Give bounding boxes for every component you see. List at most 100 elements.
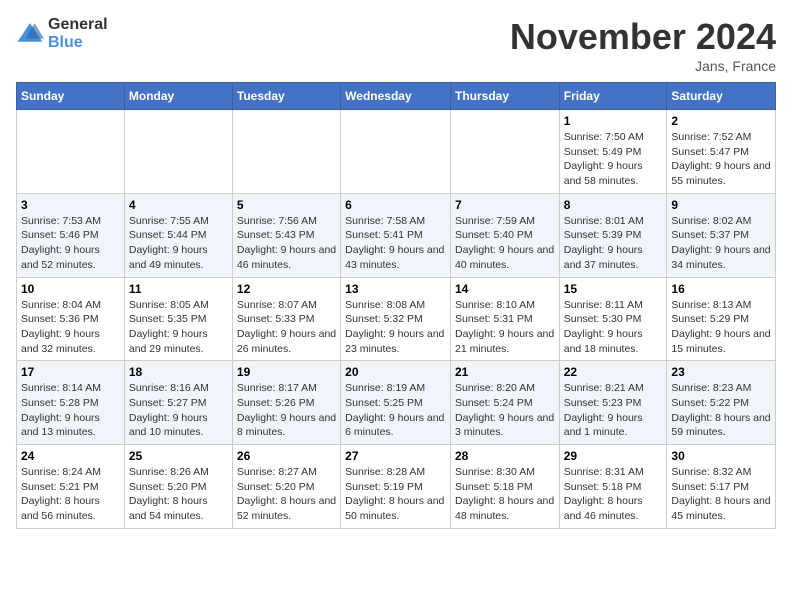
day-info: Sunrise: 8:02 AM Sunset: 5:37 PM Dayligh… [671,214,771,273]
logo-icon [16,20,44,48]
day-number: 22 [564,365,663,379]
day-info: Sunrise: 8:01 AM Sunset: 5:39 PM Dayligh… [564,214,663,273]
day-number: 20 [345,365,446,379]
day-info: Sunrise: 8:31 AM Sunset: 5:18 PM Dayligh… [564,465,663,524]
calendar-cell: 2 Sunrise: 7:52 AM Sunset: 5:47 PM Daylig… [667,110,776,194]
calendar-cell: 30 Sunrise: 8:32 AM Sunset: 5:17 PM Dayli… [667,445,776,529]
day-header-sunday: Sunday [17,83,125,110]
calendar-cell: 7Sunrise: 7:59 AM Sunset: 5:40 PM Daylig… [450,193,559,277]
day-number: 8 [564,198,663,212]
day-number: 14 [455,282,555,296]
day-number: 25 [129,449,228,463]
day-header-monday: Monday [124,83,232,110]
calendar-cell: 16 Sunrise: 8:13 AM Sunset: 5:29 PM Dayli… [667,277,776,361]
day-info: Sunrise: 8:16 AM Sunset: 5:27 PM Dayligh… [129,381,228,440]
day-info: Sunrise: 8:32 AM Sunset: 5:17 PM Dayligh… [671,465,771,524]
calendar-cell: 22Sunrise: 8:21 AM Sunset: 5:23 PM Dayli… [559,361,667,445]
week-row-4: 17 Sunrise: 8:14 AM Sunset: 5:28 PM Dayli… [17,361,776,445]
day-number: 5 [237,198,336,212]
calendar-cell: 3 Sunrise: 7:53 AM Sunset: 5:46 PM Daylig… [17,193,125,277]
day-number: 3 [21,198,120,212]
calendar-cell: 19Sunrise: 8:17 AM Sunset: 5:26 PM Dayli… [232,361,340,445]
calendar-cell: 15 Sunrise: 8:11 AM Sunset: 5:30 PM Dayli… [559,277,667,361]
week-row-1: 1Sunrise: 7:50 AM Sunset: 5:49 PM Daylig… [17,110,776,194]
day-info: Sunrise: 8:05 AM Sunset: 5:35 PM Dayligh… [129,298,228,357]
day-info: Sunrise: 7:56 AM Sunset: 5:43 PM Dayligh… [237,214,336,273]
calendar-cell: 10Sunrise: 8:04 AM Sunset: 5:36 PM Dayli… [17,277,125,361]
title-area: November 2024 Jans, France [510,16,776,74]
day-number: 27 [345,449,446,463]
month-title: November 2024 [510,16,776,58]
day-info: Sunrise: 8:10 AM Sunset: 5:31 PM Dayligh… [455,298,555,357]
location: Jans, France [510,58,776,74]
calendar-cell: 9 Sunrise: 8:02 AM Sunset: 5:37 PM Daylig… [667,193,776,277]
calendar-table: SundayMondayTuesdayWednesdayThursdayFrid… [16,82,776,529]
day-number: 29 [564,449,663,463]
day-info: Sunrise: 7:50 AM Sunset: 5:49 PM Dayligh… [564,130,663,189]
day-info: Sunrise: 8:28 AM Sunset: 5:19 PM Dayligh… [345,465,446,524]
day-info: Sunrise: 7:53 AM Sunset: 5:46 PM Dayligh… [21,214,120,273]
day-info: Sunrise: 8:26 AM Sunset: 5:20 PM Dayligh… [129,465,228,524]
day-info: Sunrise: 7:55 AM Sunset: 5:44 PM Dayligh… [129,214,228,273]
day-info: Sunrise: 8:27 AM Sunset: 5:20 PM Dayligh… [237,465,336,524]
calendar-cell: 4 Sunrise: 7:55 AM Sunset: 5:44 PM Daylig… [124,193,232,277]
day-number: 16 [671,282,771,296]
day-info: Sunrise: 8:13 AM Sunset: 5:29 PM Dayligh… [671,298,771,357]
calendar-cell [124,110,232,194]
day-info: Sunrise: 8:30 AM Sunset: 5:18 PM Dayligh… [455,465,555,524]
calendar-cell: 5 Sunrise: 7:56 AM Sunset: 5:43 PM Daylig… [232,193,340,277]
day-number: 7 [455,198,555,212]
week-row-5: 24 Sunrise: 8:24 AM Sunset: 5:21 PM Dayli… [17,445,776,529]
day-number: 11 [129,282,228,296]
day-info: Sunrise: 8:19 AM Sunset: 5:25 PM Dayligh… [345,381,446,440]
day-info: Sunrise: 8:17 AM Sunset: 5:26 PM Dayligh… [237,381,336,440]
day-info: Sunrise: 7:52 AM Sunset: 5:47 PM Dayligh… [671,130,771,189]
day-header-friday: Friday [559,83,667,110]
day-number: 4 [129,198,228,212]
day-header-thursday: Thursday [450,83,559,110]
day-number: 17 [21,365,120,379]
day-info: Sunrise: 8:14 AM Sunset: 5:28 PM Dayligh… [21,381,120,440]
day-number: 2 [671,114,771,128]
calendar-cell [17,110,125,194]
calendar-cell: 6Sunrise: 7:58 AM Sunset: 5:41 PM Daylig… [341,193,451,277]
calendar-cell: 25 Sunrise: 8:26 AM Sunset: 5:20 PM Dayli… [124,445,232,529]
day-info: Sunrise: 8:11 AM Sunset: 5:30 PM Dayligh… [564,298,663,357]
day-info: Sunrise: 8:20 AM Sunset: 5:24 PM Dayligh… [455,381,555,440]
calendar-cell: 12Sunrise: 8:07 AM Sunset: 5:33 PM Dayli… [232,277,340,361]
calendar-cell: 23 Sunrise: 8:23 AM Sunset: 5:22 PM Dayli… [667,361,776,445]
calendar-cell: 20 Sunrise: 8:19 AM Sunset: 5:25 PM Dayli… [341,361,451,445]
calendar-cell: 1Sunrise: 7:50 AM Sunset: 5:49 PM Daylig… [559,110,667,194]
calendar-cell: 29 Sunrise: 8:31 AM Sunset: 5:18 PM Dayli… [559,445,667,529]
day-number: 23 [671,365,771,379]
calendar-cell: 27 Sunrise: 8:28 AM Sunset: 5:19 PM Dayli… [341,445,451,529]
day-info: Sunrise: 8:24 AM Sunset: 5:21 PM Dayligh… [21,465,120,524]
calendar-cell: 8 Sunrise: 8:01 AM Sunset: 5:39 PM Daylig… [559,193,667,277]
day-header-wednesday: Wednesday [341,83,451,110]
calendar-cell: 21 Sunrise: 8:20 AM Sunset: 5:24 PM Dayli… [450,361,559,445]
calendar-cell [341,110,451,194]
day-header-tuesday: Tuesday [232,83,340,110]
day-info: Sunrise: 8:07 AM Sunset: 5:33 PM Dayligh… [237,298,336,357]
calendar-cell: 18 Sunrise: 8:16 AM Sunset: 5:27 PM Dayli… [124,361,232,445]
calendar-cell: 28Sunrise: 8:30 AM Sunset: 5:18 PM Dayli… [450,445,559,529]
day-info: Sunrise: 8:23 AM Sunset: 5:22 PM Dayligh… [671,381,771,440]
day-number: 9 [671,198,771,212]
day-number: 21 [455,365,555,379]
day-header-saturday: Saturday [667,83,776,110]
day-number: 6 [345,198,446,212]
logo-text: General Blue [48,16,108,52]
calendar-cell: 24 Sunrise: 8:24 AM Sunset: 5:21 PM Dayli… [17,445,125,529]
calendar-cell: 17 Sunrise: 8:14 AM Sunset: 5:28 PM Dayli… [17,361,125,445]
calendar-cell: 14 Sunrise: 8:10 AM Sunset: 5:31 PM Dayli… [450,277,559,361]
day-number: 15 [564,282,663,296]
day-info: Sunrise: 8:08 AM Sunset: 5:32 PM Dayligh… [345,298,446,357]
calendar-cell [232,110,340,194]
calendar-cell: 11 Sunrise: 8:05 AM Sunset: 5:35 PM Dayli… [124,277,232,361]
week-row-2: 3 Sunrise: 7:53 AM Sunset: 5:46 PM Daylig… [17,193,776,277]
day-number: 30 [671,449,771,463]
calendar-cell: 26Sunrise: 8:27 AM Sunset: 5:20 PM Dayli… [232,445,340,529]
day-number: 13 [345,282,446,296]
day-number: 18 [129,365,228,379]
day-number: 24 [21,449,120,463]
